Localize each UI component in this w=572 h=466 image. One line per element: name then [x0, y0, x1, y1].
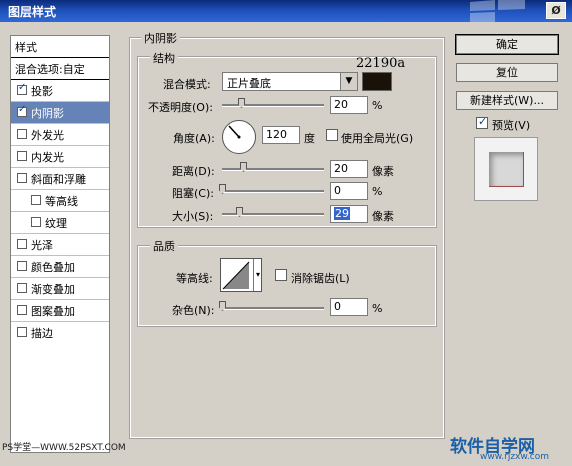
distance-label: 距离(D):	[172, 165, 215, 178]
angle-needle-icon	[228, 125, 241, 139]
style-list-header-label: 样式	[15, 41, 37, 54]
global-light-checkbox[interactable]	[326, 129, 338, 141]
stroke-checkbox[interactable]	[17, 327, 27, 337]
angle-dial[interactable]	[222, 120, 256, 154]
windows-logo-icon	[470, 0, 525, 22]
ok-button[interactable]: 确定	[455, 34, 559, 55]
list-item-label: 内阴影	[31, 107, 64, 120]
blend-options-label: 混合选项:自定	[15, 63, 85, 76]
size-label: 大小(S):	[172, 210, 214, 223]
list-item-label: 内发光	[31, 151, 64, 164]
pattern-overlay-checkbox[interactable]	[17, 305, 27, 315]
opacity-label: 不透明度(O):	[148, 101, 213, 114]
satin-checkbox[interactable]	[17, 239, 27, 249]
noise-unit: %	[372, 302, 383, 315]
angle-unit: 度	[304, 132, 315, 145]
distance-unit: 像素	[372, 165, 394, 178]
opacity-input[interactable]: 20	[330, 96, 368, 114]
drop-shadow-checkbox[interactable]	[17, 82, 27, 95]
contour-dropdown-icon[interactable]: ▾	[253, 259, 262, 291]
blend-mode-label: 混合模式:	[163, 78, 211, 91]
list-item-label: 外发光	[31, 129, 64, 142]
list-item-label: 图案叠加	[31, 305, 75, 318]
list-item-satin[interactable]: 光泽	[11, 234, 109, 256]
blend-mode-value: 正片叠底	[227, 77, 271, 90]
size-input[interactable]: 29	[330, 205, 368, 223]
list-item-outer-glow[interactable]: 外发光	[11, 124, 109, 146]
list-item-stroke[interactable]: 描边	[11, 322, 109, 344]
inner-glow-checkbox[interactable]	[17, 151, 27, 161]
list-item-label: 等高线	[45, 195, 78, 208]
noise-input[interactable]: 0	[330, 298, 368, 316]
list-item-color-overlay[interactable]: 颜色叠加	[11, 256, 109, 278]
list-item-texture[interactable]: 纹理	[11, 212, 109, 234]
list-item-label: 颜色叠加	[31, 261, 75, 274]
distance-slider-track[interactable]	[222, 168, 324, 171]
list-item-gradient-overlay[interactable]: 渐变叠加	[11, 278, 109, 300]
watermark-url: www.rjzxw.com	[480, 452, 549, 462]
list-item-label: 渐变叠加	[31, 283, 75, 296]
blend-options-item[interactable]: 混合选项:自定	[11, 58, 109, 80]
list-item-inner-shadow[interactable]: 内阴影	[11, 102, 109, 124]
preview-checkbox[interactable]	[476, 115, 488, 129]
noise-slider-track[interactable]	[222, 307, 324, 310]
shadow-color-swatch[interactable]	[362, 72, 392, 91]
choke-input[interactable]: 0	[330, 182, 368, 200]
contour-checkbox[interactable]	[31, 195, 41, 205]
noise-label: 杂色(N):	[172, 304, 215, 317]
outer-glow-checkbox[interactable]	[17, 129, 27, 139]
blend-mode-select[interactable]: 正片叠底 ▼	[222, 72, 358, 91]
reset-button[interactable]: 复位	[456, 63, 558, 82]
distance-input[interactable]: 20	[330, 160, 368, 178]
list-item-label: 光泽	[31, 239, 53, 252]
list-item-label: 斜面和浮雕	[31, 173, 86, 186]
opacity-unit: %	[372, 99, 383, 112]
inner-shadow-title: 内阴影	[141, 30, 180, 46]
size-unit: 像素	[372, 210, 394, 223]
list-item-inner-glow[interactable]: 内发光	[11, 146, 109, 168]
color-overlay-checkbox[interactable]	[17, 261, 27, 271]
opacity-slider-track[interactable]	[222, 104, 324, 107]
choke-slider-track[interactable]	[222, 190, 324, 193]
preview-swatch	[489, 152, 524, 187]
list-item-label: 纹理	[45, 217, 67, 230]
list-item-contour[interactable]: 等高线	[11, 190, 109, 212]
style-list-header[interactable]: 样式	[11, 36, 109, 58]
preview-label: 预览(V)	[492, 119, 531, 132]
list-item-bevel-emboss[interactable]: 斜面和浮雕	[11, 168, 109, 190]
quality-title: 品质	[150, 238, 178, 254]
list-item-label: 投影	[31, 85, 53, 98]
window-title: 图层样式	[8, 5, 57, 19]
close-button[interactable]: Ø	[546, 2, 566, 19]
gradient-overlay-checkbox[interactable]	[17, 283, 27, 293]
color-code: 22190a	[356, 56, 406, 71]
choke-label: 阻塞(C):	[172, 187, 214, 200]
size-input-selected-text: 29	[334, 207, 350, 220]
global-light-label: 使用全局光(G)	[341, 132, 414, 145]
contour-label: 等高线:	[176, 272, 213, 285]
structure-title: 结构	[150, 50, 178, 66]
list-item-pattern-overlay[interactable]: 图案叠加	[11, 300, 109, 322]
inner-shadow-checkbox[interactable]	[17, 104, 27, 117]
contour-curve-icon	[222, 261, 250, 290]
style-preview	[474, 137, 538, 201]
style-list: 样式 混合选项:自定 投影 内阴影 外发光 内发光 斜面和浮雕 等高线 纹理 光…	[10, 35, 110, 453]
bevel-emboss-checkbox[interactable]	[17, 173, 27, 183]
antialias-checkbox[interactable]	[275, 269, 287, 281]
texture-checkbox[interactable]	[31, 217, 41, 227]
angle-input[interactable]: 120	[262, 126, 300, 144]
new-style-button[interactable]: 新建样式(W)...	[456, 91, 558, 110]
angle-label: 角度(A):	[173, 132, 215, 145]
list-item-drop-shadow[interactable]: 投影	[11, 80, 109, 102]
choke-unit: %	[372, 185, 383, 198]
title-bar: 图层样式 Ø	[0, 0, 572, 22]
antialias-label: 消除锯齿(L)	[291, 272, 350, 285]
watermark-left: PS学堂—WWW.52PSXT.COM	[2, 443, 126, 453]
contour-picker[interactable]: ▾	[220, 258, 262, 292]
chevron-down-icon: ▼	[340, 73, 357, 90]
list-item-label: 描边	[31, 327, 53, 340]
